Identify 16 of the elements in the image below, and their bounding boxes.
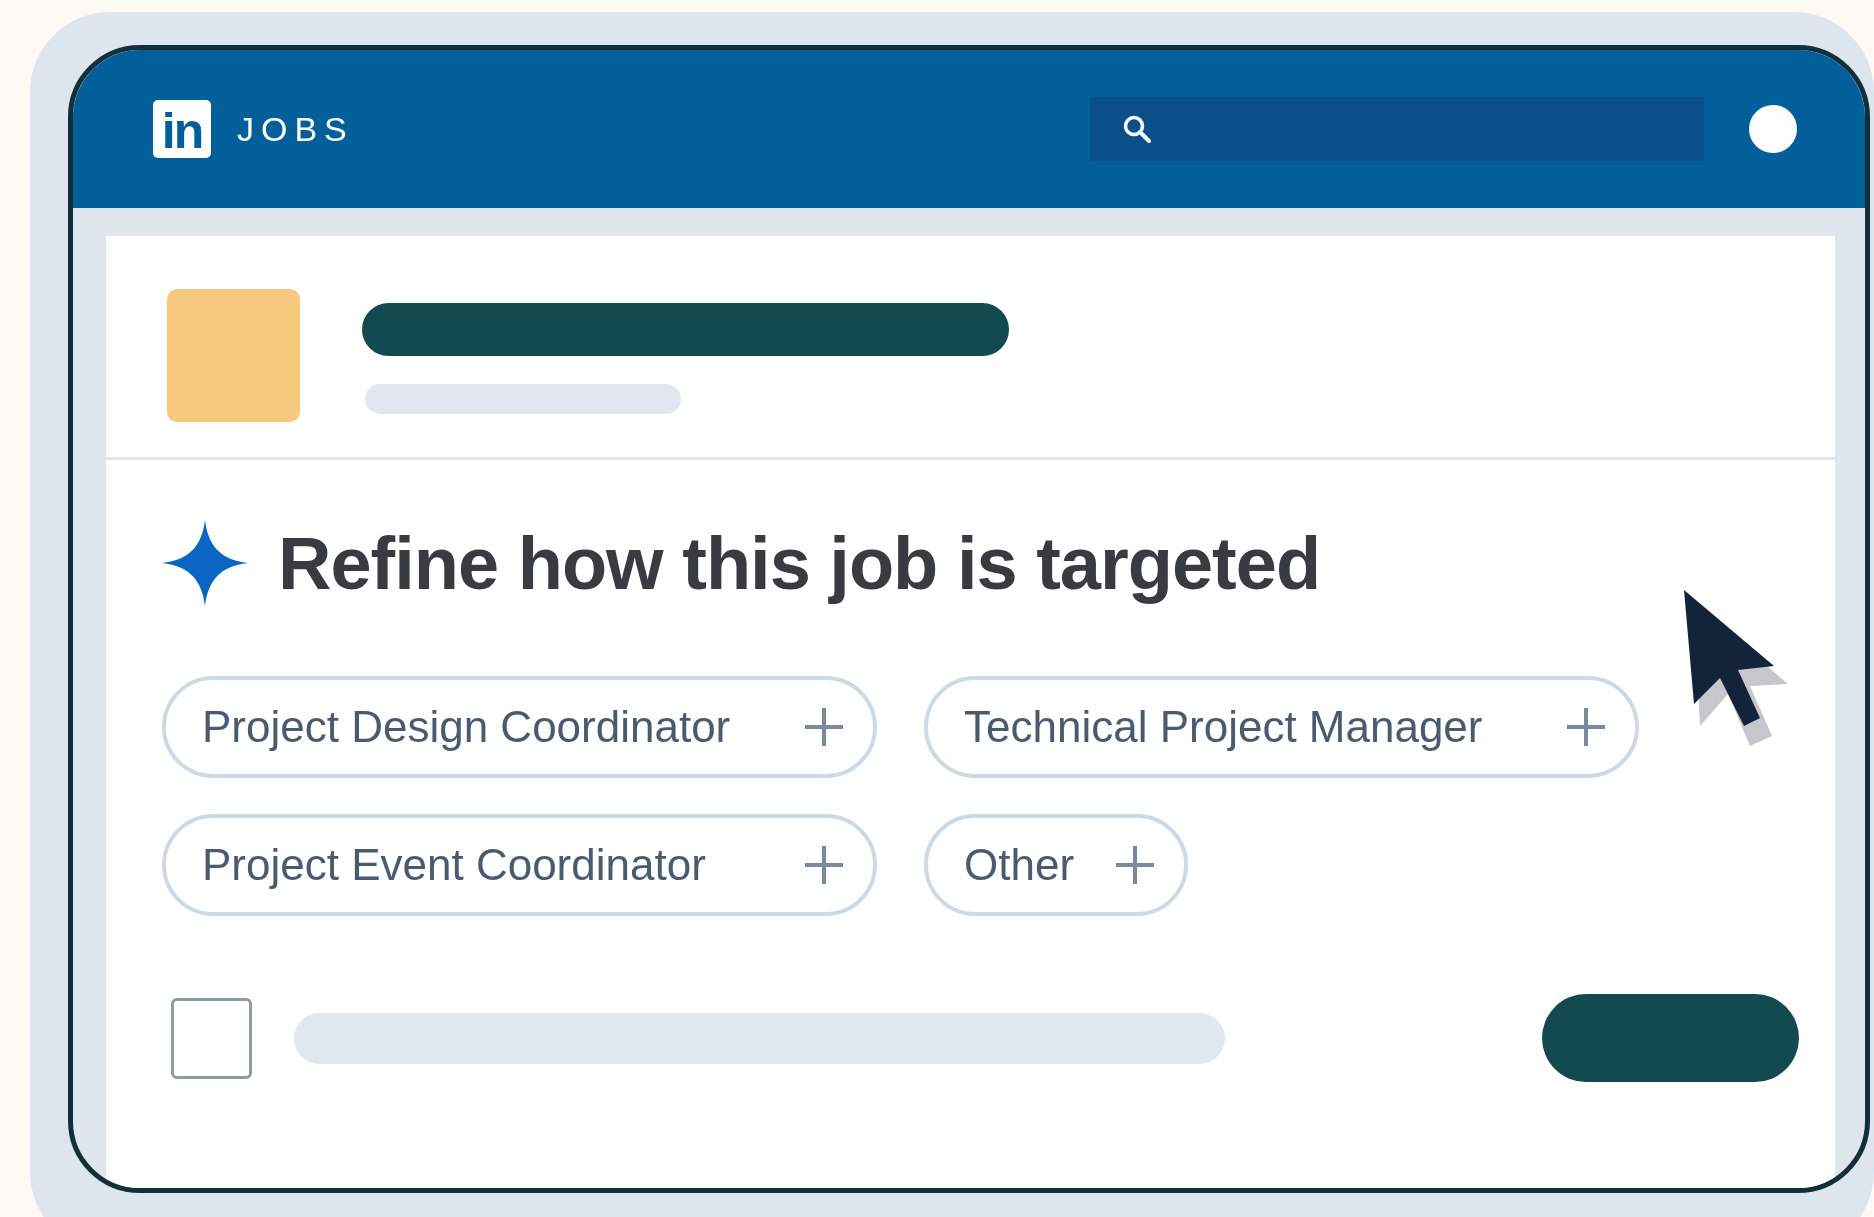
heading: Refine how this job is targeted bbox=[278, 520, 1321, 606]
header-title: JOBS bbox=[237, 109, 354, 149]
checkbox[interactable] bbox=[171, 997, 252, 1079]
job-title-chip[interactable]: Other bbox=[924, 814, 1189, 916]
plus-icon bbox=[803, 706, 845, 748]
search-icon bbox=[1122, 114, 1152, 144]
sparkle-icon bbox=[162, 520, 248, 606]
avatar[interactable] bbox=[1749, 105, 1797, 153]
plus-icon bbox=[1565, 706, 1607, 748]
search-field[interactable] bbox=[1090, 97, 1704, 161]
plus-icon bbox=[1114, 844, 1157, 886]
job-title-chip[interactable]: Project Event Coordinator bbox=[162, 814, 877, 916]
job-title-chip[interactable]: Project Design Coordinator bbox=[162, 676, 877, 778]
plus-icon bbox=[803, 844, 845, 886]
logo: in bbox=[153, 100, 211, 158]
job-title-chip[interactable]: Technical Project Manager bbox=[924, 676, 1639, 778]
